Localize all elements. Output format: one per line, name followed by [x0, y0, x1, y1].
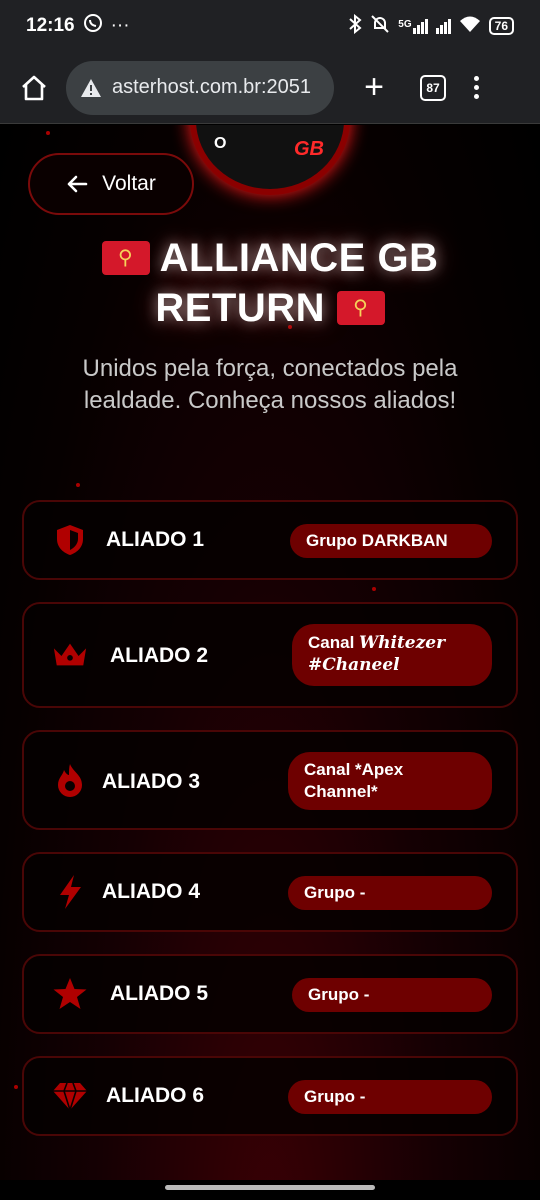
warning-icon	[81, 78, 101, 97]
ally-name: ALIADO 6	[106, 1084, 205, 1107]
page-title: ALLIANCE GB RETURN	[0, 233, 540, 333]
home-icon	[22, 75, 46, 100]
ally-badge-prefix: Canal	[308, 633, 360, 652]
overflow-menu-button[interactable]	[474, 76, 479, 99]
ally-badge-text: Grupo DARKBAN	[306, 531, 448, 550]
browser-toolbar: asterhost.com.br:2051 + 87	[0, 52, 540, 124]
ally-badge-text: Grupo -	[304, 883, 366, 902]
ally-card-4[interactable]: ALIADO 4 Grupo -	[22, 852, 518, 932]
title-line-2: RETURN	[155, 286, 326, 330]
title-line-1: ALLIANCE GB	[159, 236, 439, 280]
gesture-home-bar[interactable]	[165, 1185, 375, 1190]
page-subtitle: Unidos pela força, conectados pela leald…	[82, 355, 458, 414]
ally-badge-text: Grupo -	[308, 985, 370, 1004]
ally-card-6[interactable]: ALIADO 6 Grupo -	[22, 1056, 518, 1136]
tab-switcher-button[interactable]: 87	[420, 74, 446, 101]
back-button[interactable]: Voltar	[28, 153, 194, 215]
ally-card-3[interactable]: ALIADO 3 Canal *Apex Channel*	[22, 730, 518, 830]
url-text: asterhost.com.br:2051	[112, 76, 311, 98]
cell-signal-icon: 5G	[398, 18, 428, 34]
signal-label: 5G	[398, 18, 412, 30]
ally-badge: Canal Whitezer #Chaneel	[292, 624, 492, 686]
arrow-left-icon	[67, 175, 88, 193]
page-content: O GB Voltar ALLIANCE GB RETURN Unidos pe…	[0, 125, 540, 1180]
fire-icon	[52, 762, 88, 798]
mute-icon	[370, 14, 390, 38]
address-bar[interactable]: asterhost.com.br:2051	[66, 60, 334, 115]
logo-text-o: O	[214, 135, 227, 152]
whatsapp-icon	[83, 13, 103, 39]
crown-icon	[52, 637, 88, 673]
ally-card-2[interactable]: ALIADO 2 Canal Whitezer #Chaneel	[22, 602, 518, 708]
ally-badge: Grupo -	[292, 978, 492, 1012]
wifi-icon	[459, 15, 481, 37]
ally-card-1[interactable]: ALIADO 1 Grupo DARKBAN	[22, 500, 518, 580]
logo-text-gb: GB	[294, 138, 324, 160]
isle-of-man-flag-icon	[101, 241, 150, 275]
gem-icon	[52, 1078, 88, 1114]
ally-badge: Grupo -	[288, 876, 492, 910]
ally-badge-text: Grupo -	[304, 1087, 366, 1106]
ally-badge: Grupo -	[288, 1080, 492, 1114]
ally-card-5[interactable]: ALIADO 5 Grupo -	[22, 954, 518, 1034]
status-bar: 12:16 ··· 5G 76	[0, 0, 540, 52]
bolt-icon	[52, 874, 88, 910]
battery-icon: 76	[488, 17, 514, 35]
cell-signal-2-icon	[435, 18, 451, 34]
isle-of-man-flag-icon	[336, 291, 385, 325]
ally-badge: Grupo DARKBAN	[290, 524, 492, 558]
new-tab-button[interactable]: +	[354, 68, 394, 107]
ally-name: ALIADO 2	[110, 644, 209, 667]
status-time: 12:16	[26, 15, 75, 36]
ally-badge: Canal *Apex Channel*	[288, 752, 492, 810]
shield-icon	[52, 522, 88, 558]
ally-name: ALIADO 1	[106, 528, 205, 551]
bluetooth-icon	[348, 13, 362, 38]
ally-name: ALIADO 4	[102, 880, 201, 903]
ally-name: ALIADO 3	[102, 770, 201, 793]
ally-badge-text: Canal *Apex Channel*	[304, 760, 404, 801]
home-button[interactable]	[14, 68, 54, 108]
logo: O GB	[190, 125, 350, 195]
ally-name: ALIADO 5	[110, 982, 209, 1005]
star-icon	[52, 976, 88, 1012]
back-label: Voltar	[102, 172, 156, 195]
more-notifications-icon: ···	[110, 15, 130, 36]
